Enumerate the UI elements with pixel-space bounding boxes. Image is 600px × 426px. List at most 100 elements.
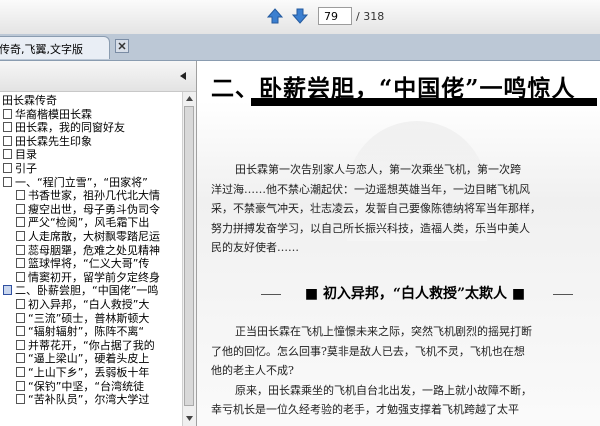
sidebar-item-label: 篮球悍将，“仁义大哥”传 <box>28 257 150 271</box>
sidebar-item-label: 田长霖传奇 <box>2 94 57 107</box>
sidebar-item[interactable]: 初入异邦，“白人救授”大 <box>16 298 149 311</box>
close-icon[interactable] <box>115 39 129 53</box>
bookmark-page-icon <box>16 244 25 255</box>
sidebar-item-label: 田长霖先生印象 <box>15 134 92 148</box>
body-text-line: 采，不禁豪气冲天，壮志凌云，发誓自己要像陈德纳将军当年那样， <box>211 202 541 216</box>
body-text-line: 了他的回忆。怎么回事?莫非是敌人已去，飞机不灵，飞机也在想 <box>211 344 525 358</box>
body-text-line: 洋过海……他不禁心潮起伏：一边遥想英雄当年，一边目睹飞机风 <box>211 182 530 196</box>
sidebar-item-label: 二、卧薪尝胆，“中国佬”一鸣 <box>15 284 159 298</box>
arrow-up-icon[interactable] <box>266 7 284 25</box>
bookmark-page-icon <box>3 149 12 160</box>
body-text-line: 幸亏机长是一位久经考验的老手，才勉强支撑着飞机跨越了太平 <box>211 403 519 417</box>
collapse-left-icon[interactable] <box>178 71 188 81</box>
sidebar-item[interactable]: 人走席散，大树飘零踏尼运 <box>16 230 160 243</box>
sidebar-item-label: “辐射辐射”，陈阵不离“ <box>28 325 145 339</box>
body-text-line: 田长霖第一次告别家人与恋人，第一次乘坐飞机，第一次跨 <box>235 163 521 176</box>
sidebar-item[interactable]: “上山下乡”，丢弱板十年 <box>16 366 149 379</box>
sidebar-item-label: 一、“程门立雪”，“田家将” <box>15 175 148 189</box>
sidebar-item[interactable]: “逼上梁山”，硬着头皮上 <box>16 352 149 365</box>
sidebar-item[interactable]: 引子 <box>3 162 37 175</box>
title-underline-bar <box>251 98 597 106</box>
bookmark-page-icon <box>16 353 25 364</box>
bookmark-page-icon <box>16 271 25 282</box>
bookmark-page-icon <box>16 203 25 214</box>
sidebar-item[interactable]: 二、卧薪尝胆，“中国佬”一鸣 <box>3 284 158 297</box>
scroll-up-icon[interactable] <box>185 94 194 103</box>
page-total: / 318 <box>356 10 385 23</box>
body-text-line: 民的友好使者…… <box>211 241 299 255</box>
sidebar-item-label: 人走席散，大树飘零踏尼运 <box>28 230 160 243</box>
sidebar-item-label: 并蒂花开，“你占据了我的 <box>28 338 155 352</box>
sidebar-item-label: 严父“检阅”，风毛霜下出 <box>28 216 150 230</box>
tab-bar: 传奇,飞翼,文字版 <box>0 34 600 61</box>
sidebar-item-label: 田长霖，我的同窗好友 <box>15 121 125 135</box>
sidebar-item[interactable]: 情窦初开，留学前夕定终身 <box>16 271 160 284</box>
sidebar-item[interactable]: 一、“程门立雪”，“田家将” <box>3 176 148 189</box>
bookmark-page-icon <box>3 108 12 119</box>
sidebar-item[interactable]: “苦补队员”，尔湾大学过 <box>16 393 149 406</box>
sidebar-outline: 田长霖传奇 华裔楷模田长霖 田长霖，我的同窗好友 田长霖先生印象 目录 引子 一、“程门立雪… <box>0 61 197 426</box>
bookmark-page-icon <box>3 122 12 133</box>
sidebar-item-label: 华裔楷模田长霖 <box>15 107 92 121</box>
sidebar-item[interactable]: 目录 <box>3 148 37 161</box>
sidebar-item-label: “三流”硕士，普林斯顿大 <box>28 311 150 325</box>
sidebar-item[interactable]: “三流”硕士，普林斯顿大 <box>16 312 149 325</box>
sidebar-scrollbar[interactable] <box>182 92 196 426</box>
sidebar-item[interactable]: 华裔楷模田长霖 <box>3 108 92 121</box>
sidebar-item-label: 情窦初开，留学前夕定终身 <box>28 270 160 284</box>
body-text-line: 正当田长霖在飞机上憧憬未来之际，突然飞机剧烈的摇晃打断 <box>235 325 532 338</box>
bookmark-page-icon <box>16 339 25 350</box>
subtitle-rule-right <box>553 294 573 295</box>
sidebar-item[interactable]: 严父“检阅”，风毛霜下出 <box>16 216 149 229</box>
sidebar-item[interactable]: 田长霖传奇 <box>2 94 57 107</box>
subtitle-bullet-left: ■ <box>304 286 323 302</box>
sidebar-item-label: 目录 <box>15 148 37 162</box>
sidebar-item[interactable]: 瘦空出世，母子勇斗伪司令 <box>16 203 160 216</box>
bookmark-page-icon <box>16 190 25 201</box>
sidebar-item[interactable]: 田长霖，我的同窗好友 <box>3 121 125 134</box>
sidebar-item-label: “逼上梁山”，硬着头皮上 <box>28 352 150 366</box>
sidebar-item[interactable]: 篮球悍将，“仁义大哥”传 <box>16 257 149 270</box>
bookmark-page-icon <box>16 231 25 241</box>
section-subtitle: ■ 初入异邦，“白人救授”太欺人 ■ <box>304 286 526 302</box>
tab-label: 传奇,飞翼,文字版 <box>0 43 83 56</box>
sidebar-item-label: “苦补队员”，尔湾大学过 <box>28 393 150 407</box>
bookmark-page-icon <box>3 176 12 187</box>
bookmark-page-icon <box>16 380 25 391</box>
sidebar-item[interactable]: 蕊母胭犟，危难之处见精神 <box>16 244 160 257</box>
sidebar-header <box>0 61 196 92</box>
bookmark-active-icon <box>3 285 12 296</box>
document-page: 二、卧薪尝胆，“中国佬”一鸣惊人 ■ 初入异邦，“白人救授”太欺人 ■ 田长霖第… <box>197 61 600 426</box>
bookmark-page-icon <box>16 367 25 377</box>
bookmark-page-icon <box>16 312 25 323</box>
sidebar-item-label: 初入异邦，“白人救授”大 <box>28 298 150 311</box>
scroll-down-icon[interactable] <box>185 414 194 423</box>
arrow-down-icon[interactable] <box>291 7 309 25</box>
tab-document[interactable]: 传奇,飞翼,文字版 <box>0 36 110 59</box>
bookmark-page-icon <box>16 258 25 269</box>
bookmark-page-icon <box>3 163 12 173</box>
page-number-input[interactable] <box>318 7 352 25</box>
body-text-line: 努力拼搏发奋学习，以自己所长振兴科技，造福人类，乐当中美人 <box>211 221 530 235</box>
bookmark-page-icon <box>16 326 25 337</box>
sidebar-item-label: 蕊母胭犟，危难之处见精神 <box>28 243 160 257</box>
sidebar-item[interactable]: 田长霖先生印象 <box>3 135 92 148</box>
body-text-line: 他的老主人不成? <box>211 364 294 378</box>
outline-tree: 田长霖传奇 华裔楷模田长霖 田长霖，我的同窗好友 田长霖先生印象 目录 引子 一、“程门立雪… <box>0 92 182 426</box>
sidebar-item-label: 书香世家，祖孙几代北大情 <box>28 189 160 203</box>
top-toolbar: / 318 <box>0 0 600 35</box>
subtitle-bullet-right: ■ <box>507 286 526 302</box>
sidebar-item-label: “保钓”中坚，“台湾统徒 <box>28 379 145 393</box>
bookmark-page-icon <box>16 394 25 405</box>
bookmark-page-icon <box>16 217 25 228</box>
sidebar-item[interactable]: “辐射辐射”，陈阵不离“ <box>16 325 144 338</box>
bookmark-page-icon <box>16 299 25 309</box>
bookmark-page-icon <box>3 135 12 146</box>
sidebar-item-label: 引子 <box>15 162 37 175</box>
sidebar-item[interactable]: “保钓”中坚，“台湾统徒 <box>16 380 144 393</box>
sidebar-item[interactable]: 书香世家，祖孙几代北大情 <box>16 189 160 202</box>
scroll-thumb[interactable] <box>184 106 194 406</box>
sidebar-item[interactable]: 并蒂花开，“你占据了我的 <box>16 339 155 352</box>
body-text-line: 原来，田长霖乘坐的飞机自台北出发，一路上就小故障不断， <box>235 383 532 397</box>
sidebar-item-label: 瘦空出世，母子勇斗伪司令 <box>28 202 160 216</box>
